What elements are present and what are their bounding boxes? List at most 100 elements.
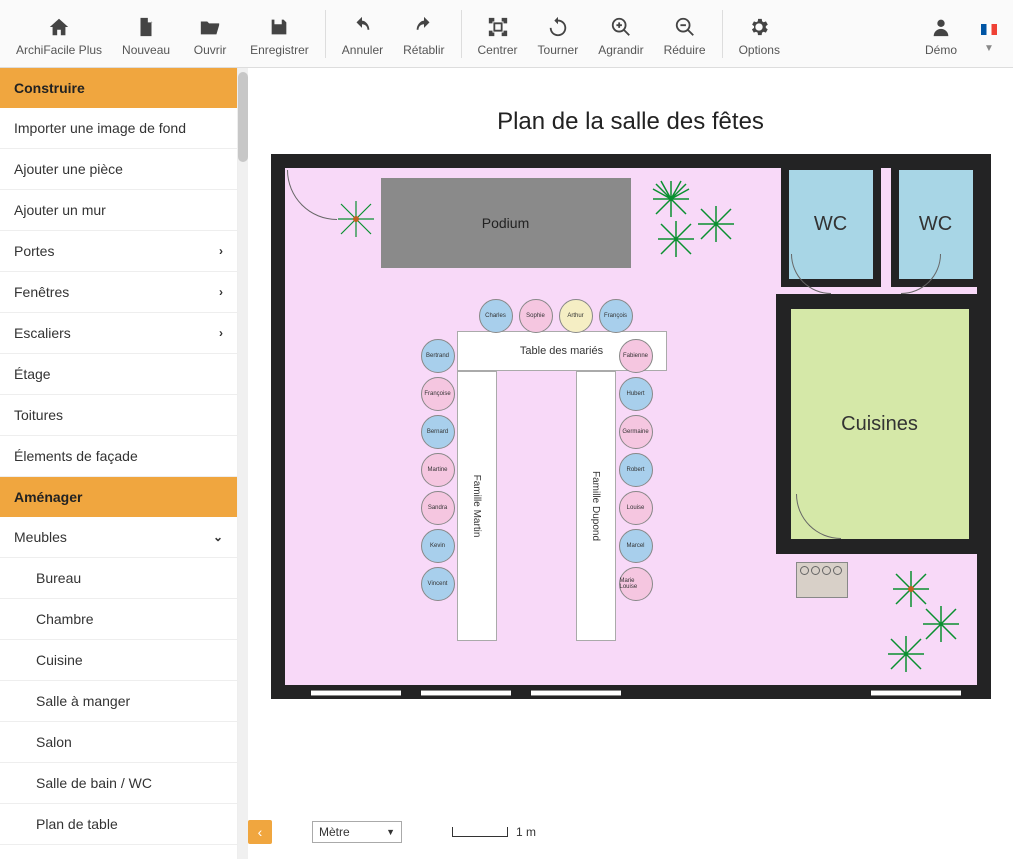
sidebar-item-furniture[interactable]: Meubles ⌄ xyxy=(0,517,237,558)
scrollbar[interactable] xyxy=(238,68,248,859)
sidebar-sub-kitchen[interactable]: Cuisine xyxy=(0,640,237,681)
plan-title: Plan de la salle des fêtes xyxy=(248,68,1013,154)
scrollbar-thumb[interactable] xyxy=(238,72,248,162)
zoom-in-button[interactable]: Agrandir xyxy=(588,7,653,61)
collapse-sidebar-button[interactable]: ‹ xyxy=(248,820,272,844)
seat[interactable]: Robert xyxy=(619,453,653,487)
zoom-in-label: Agrandir xyxy=(598,43,643,57)
zoom-out-label: Réduire xyxy=(664,43,706,57)
sidebar-sub-bathroom[interactable]: Salle de bain / WC xyxy=(0,763,237,804)
sidebar-item-label: Meubles xyxy=(14,529,67,545)
seat[interactable]: Arthur xyxy=(559,299,593,333)
save-button[interactable]: Enregistrer xyxy=(240,7,319,61)
sidebar-item-add-wall[interactable]: Ajouter un mur xyxy=(0,190,237,231)
save-icon xyxy=(268,13,290,41)
sidebar-sub-office[interactable]: Bureau xyxy=(0,558,237,599)
seat[interactable]: Kevin xyxy=(421,529,455,563)
language-button[interactable]: ▼ xyxy=(971,9,1007,58)
seat[interactable]: Sandra xyxy=(421,491,455,525)
seat[interactable]: Hubert xyxy=(619,377,653,411)
plant-icon xyxy=(696,204,736,244)
seat[interactable]: Marcel xyxy=(619,529,653,563)
redo-button[interactable]: Rétablir xyxy=(393,7,454,61)
seat[interactable]: Françoise xyxy=(421,377,455,411)
window xyxy=(871,690,961,696)
separator xyxy=(722,10,723,58)
table-label: Table des mariés xyxy=(520,345,603,357)
sidebar-item-label: Escaliers xyxy=(14,325,71,341)
plant-icon xyxy=(656,219,696,259)
center-button[interactable]: Centrer xyxy=(468,7,528,61)
demo-label: Démo xyxy=(925,43,957,57)
sidebar-item-label: Toitures xyxy=(14,407,63,423)
seat[interactable]: Martine xyxy=(421,453,455,487)
sidebar-item-stairs[interactable]: Escaliers › xyxy=(0,313,237,354)
open-button[interactable]: Ouvrir xyxy=(180,7,240,61)
podium-label: Podium xyxy=(482,215,529,231)
chevron-right-icon: › xyxy=(219,326,223,340)
chevron-right-icon: › xyxy=(219,244,223,258)
new-label: Nouveau xyxy=(122,43,170,57)
new-button[interactable]: Nouveau xyxy=(112,7,180,61)
redo-label: Rétablir xyxy=(403,43,444,57)
sidebar-item-doors[interactable]: Portes › xyxy=(0,231,237,272)
unit-value: Mètre xyxy=(319,825,350,839)
seat[interactable]: Germaine xyxy=(619,415,653,449)
home-label: ArchiFacile Plus xyxy=(16,43,102,57)
sidebar-sub-seating[interactable]: Plan de table xyxy=(0,804,237,845)
seat[interactable]: Marie Louise xyxy=(619,567,653,601)
seat[interactable]: Bernard xyxy=(421,415,455,449)
sidebar-sub-dining[interactable]: Salle à manger xyxy=(0,681,237,722)
home-icon xyxy=(48,13,70,41)
zoom-out-button[interactable]: Réduire xyxy=(654,7,716,61)
seat[interactable]: Bertrand xyxy=(421,339,455,373)
seat[interactable]: Charles xyxy=(479,299,513,333)
seat[interactable]: Sophie xyxy=(519,299,553,333)
demo-button[interactable]: Démo xyxy=(911,7,971,61)
sidebar-item-label: Importer une image de fond xyxy=(14,120,186,136)
home-button[interactable]: ArchiFacile Plus xyxy=(6,7,112,61)
table-left[interactable]: Famille Martin xyxy=(457,371,497,641)
seat[interactable]: Vincent xyxy=(421,567,455,601)
seat[interactable]: Louise xyxy=(619,491,653,525)
options-button[interactable]: Options xyxy=(729,7,790,61)
scale-label: 1 m xyxy=(516,825,536,839)
room-label-kitchen: Cuisines xyxy=(841,413,918,436)
table-label: Famille Martin xyxy=(471,475,482,538)
zoom-out-icon xyxy=(674,13,696,41)
rotate-button[interactable]: Tourner xyxy=(528,7,589,61)
sidebar-item-label: Portes xyxy=(14,243,54,259)
plant-icon xyxy=(921,604,961,644)
appliance[interactable] xyxy=(796,562,848,598)
sidebar-item-roofs[interactable]: Toitures xyxy=(0,395,237,436)
scale-indicator: 1 m xyxy=(452,825,536,839)
chevron-down-icon: ▼ xyxy=(984,43,994,54)
chevron-down-icon: ⌄ xyxy=(213,530,223,544)
sidebar-item-facade[interactable]: Élements de façade xyxy=(0,436,237,477)
sidebar-sub-living[interactable]: Salon xyxy=(0,722,237,763)
sidebar-item-windows[interactable]: Fenêtres› xyxy=(0,272,237,313)
table-label: Famille Dupond xyxy=(590,471,601,541)
seat[interactable]: François xyxy=(599,299,633,333)
sidebar-sub-bedroom[interactable]: Chambre xyxy=(0,599,237,640)
window xyxy=(311,690,401,696)
unit-select[interactable]: Mètre▼ xyxy=(312,821,402,843)
sidebar-item-label: Fenêtres xyxy=(14,284,69,300)
floorplan[interactable]: Podium WC WC Cuisines xyxy=(271,154,991,699)
sidebar-item-label: Étage xyxy=(14,366,51,382)
gear-icon xyxy=(748,13,770,41)
sidebar-item-floor[interactable]: Étage xyxy=(0,354,237,395)
sidebar-item-label: Ajouter une pièce xyxy=(14,161,123,177)
table-right[interactable]: Famille Dupond xyxy=(576,371,616,641)
redo-icon xyxy=(413,13,435,41)
canvas[interactable]: Plan de la salle des fêtes Podium WC WC xyxy=(248,68,1013,859)
seat[interactable]: Fabienne xyxy=(619,339,653,373)
sidebar-header-arrange: Aménager xyxy=(0,477,237,517)
sidebar-item-import-bg[interactable]: Importer une image de fond xyxy=(0,108,237,149)
plant-icon xyxy=(336,199,376,239)
sidebar-item-add-room[interactable]: Ajouter une pièce xyxy=(0,149,237,190)
undo-button[interactable]: Annuler xyxy=(332,7,393,61)
center-label: Centrer xyxy=(478,43,518,57)
podium[interactable]: Podium xyxy=(381,178,631,268)
plant-icon xyxy=(891,569,931,609)
